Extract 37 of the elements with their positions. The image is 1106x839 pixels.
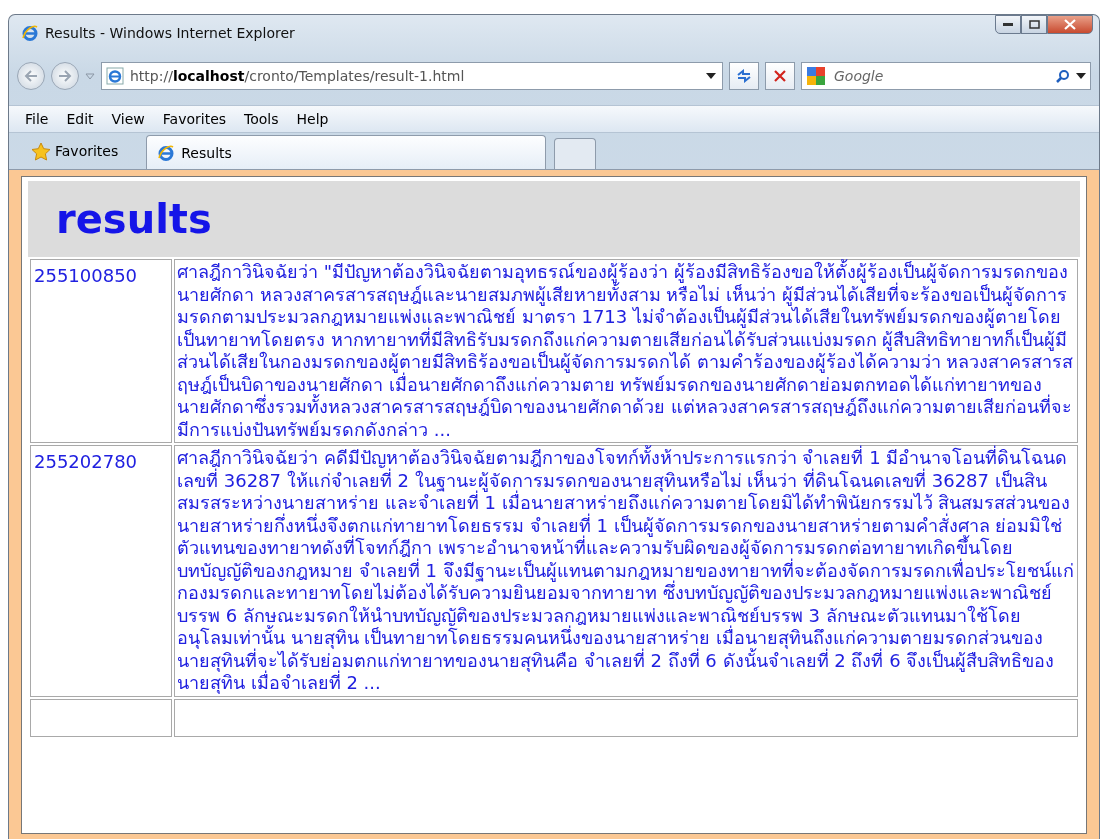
search-provider-icon: [806, 66, 826, 86]
address-field[interactable]: http://localhost/cronto/Templates/result-1.html: [101, 62, 723, 90]
stop-icon: [774, 70, 786, 82]
left-arrow-icon: [24, 70, 38, 82]
caret-icon[interactable]: [706, 73, 716, 79]
url-text: http://localhost/cronto/Templates/result-1.html: [130, 68, 466, 84]
page-icon: [106, 67, 124, 85]
page-icon: [157, 143, 176, 162]
case-summary: ศาลฎีกาวินิจฉัยว่า "มีปัญหาต้องวินิจฉัยตามอุทธรณ์ของผู้ร้องว่า ผู้ร้องมีสิทธิร้องขอให้ตั้งผู้ร้องเป็นผู้จัดการมรดกของนายศักดา หลวงสาครสารสฤษฎ์และนายสมภพผู้เสียหายทั้งสาม หรือไม่ เห็นว่า ผู้มีส่วนได้เสียที่จะร้องขอเป็นผู้จัดการมรดกตามประมวลกฎหมายแพ่งและพาณิชย์ มาตรา 1713 ไม่จำต้องเป็นผู้มีส่วนได้เสียในทรัพย์มรดกของผู้ตายโดยเป็นทายาทโดยตรง หากทายาทที่มีสิทธิรับมรดกถึงแก่ความตายเสียก่อนได้รับส่วนแบ่งมรดก ผู้สืบสิทธิทายาทก็เป็นผู้มีส่วนได้เสียในกองมรดกของผู้ตายมีสิทธิร้องขอเป็นผู้จัดการมรดกได้ ตามคำร้องของผู้ร้องได้ความว่า หลวงสาครสารสฤษฎ์เป็นบิดาของนายศักดา เมื่อนายศักดาถึงแก่ความตาย ทรัพย์มรดกของนายศักดาย่อมตกทอดได้แก่ทายาทของนายศักดาซึ่งรวมทั้งหลวงสาครสารสฤษฎ์บิดาของนายศักดาด้วย แต่หลวงสาครสารสฤษฎ์ถึงแก่ความตายเสียก่อนที่จะมีการแบ่งปันทรัพย์มรดกดังกล่าว ...: [177, 261, 1074, 440]
window-title: Results - Windows Internet Explorer: [45, 25, 296, 41]
menu-item[interactable]: Tools: [236, 109, 287, 129]
search-icon[interactable]: [1056, 69, 1070, 83]
menu-item[interactable]: File: [17, 109, 57, 129]
right-arrow-icon: [58, 70, 72, 82]
refresh-button[interactable]: [729, 62, 759, 90]
minimize-button[interactable]: [995, 15, 1021, 34]
case-summary: ศาลฎีกาวินิจฉัยว่า คดีมีปัญหาต้องวินิจฉัยตามฎีกาของโจทก์ทั้งห้าประการแรกว่า จำเลยที่ 1 มีอำนาจโอนที่ดินโฉนดเลขที่ 36287 ให้แก่จำเลยที่ 2 ในฐานะผู้จัดการมรดกของนายสุทินหรือไม่ เห็นว่า ที่ดินโฉนดเลขที่ 36287 เป็นสินสมรสระหว่างนายสาหร่าย และจำเลยที่ 1 เมื่อนายสาหร่ายถึงแก่ความตายโดยมิได้ทำพินัยกรรมไว้ สินสมรสส่วนของนายสาหร่ายกึ่งหนึ่งจึงตกแก่ทายาทโดยธรรม จำเลยที่ 1 เป็นผู้จัดการมรดกของนายสาหร่ายตามคำสั่งศาล ย่อมมิใช่ตัวแทนของทายาทดังที่โจทก์ฎีกา เพราะอำนาจหน้าที่และความรับผิดของผู้จัดการมรดกต่อทายาทเกิดขึ้นโดยบทบัญญัติของกฎหมาย จำเลยที่ 1 จึงมีฐานะเป็นผู้แทนตามกฎหมายของทายาทที่จะต้องจัดการมรดกเพื่อประโยชน์แก่กองมรดกและทายาทโดยไม่ต้องได้รับความยินยอมจากทายาท ซึ่งบทบัญญัติของประมวลกฎหมายแพ่งและพาณิชย์บรรพ 6 ลักษณะมรดกให้นำบทบัญญัติของประมวลกฎหมายแพ่งและพาณิชย์บรรพ 3 ลักษณะตัวแทนมาใช้โดยอนุโลมเท่านั้น นายสุทิน เป็นทายาทโดยธรรมคนหนึ่งของนายสาหร่าย เมื่อนายสุทินถึงแก่ความตายมรดกส่วนของนายสุทินที่จะได้รับย่อมตกแก่ทายาทของนายสุทินคือ จำเลยที่ 2 ถึงที่ 6 ดังนั้นจำเลยที่ 2 ถึงที่ 6 จึงเป็นผู้สืบสิทธิของนายสุทิน เมื่อจำเลยที่ 2 ...: [177, 447, 1074, 693]
menu-item[interactable]: Edit: [58, 109, 102, 129]
menu-item[interactable]: Favorites: [154, 109, 235, 129]
close-button[interactable]: [1047, 15, 1093, 34]
stop-button[interactable]: [765, 62, 795, 90]
maximize-button[interactable]: [1021, 15, 1047, 34]
case-number: 255202780: [34, 451, 138, 472]
search-field[interactable]: Google: [801, 62, 1091, 90]
minimize-icon: [1003, 22, 1013, 27]
menu-item[interactable]: View: [103, 109, 153, 129]
favorites-button[interactable]: Favorites: [17, 136, 129, 166]
maximize-icon: [1028, 20, 1040, 29]
caret-icon[interactable]: [1076, 73, 1086, 79]
star-icon: [31, 141, 51, 161]
page-heading: results: [56, 196, 212, 242]
browser-tab[interactable]: Results: [146, 135, 547, 169]
close-icon: [1064, 19, 1076, 30]
menu-item[interactable]: Help: [288, 109, 337, 129]
refresh-icon: [736, 69, 752, 83]
case-number: 255100850: [34, 265, 138, 286]
browser-logo-icon: [21, 24, 39, 42]
